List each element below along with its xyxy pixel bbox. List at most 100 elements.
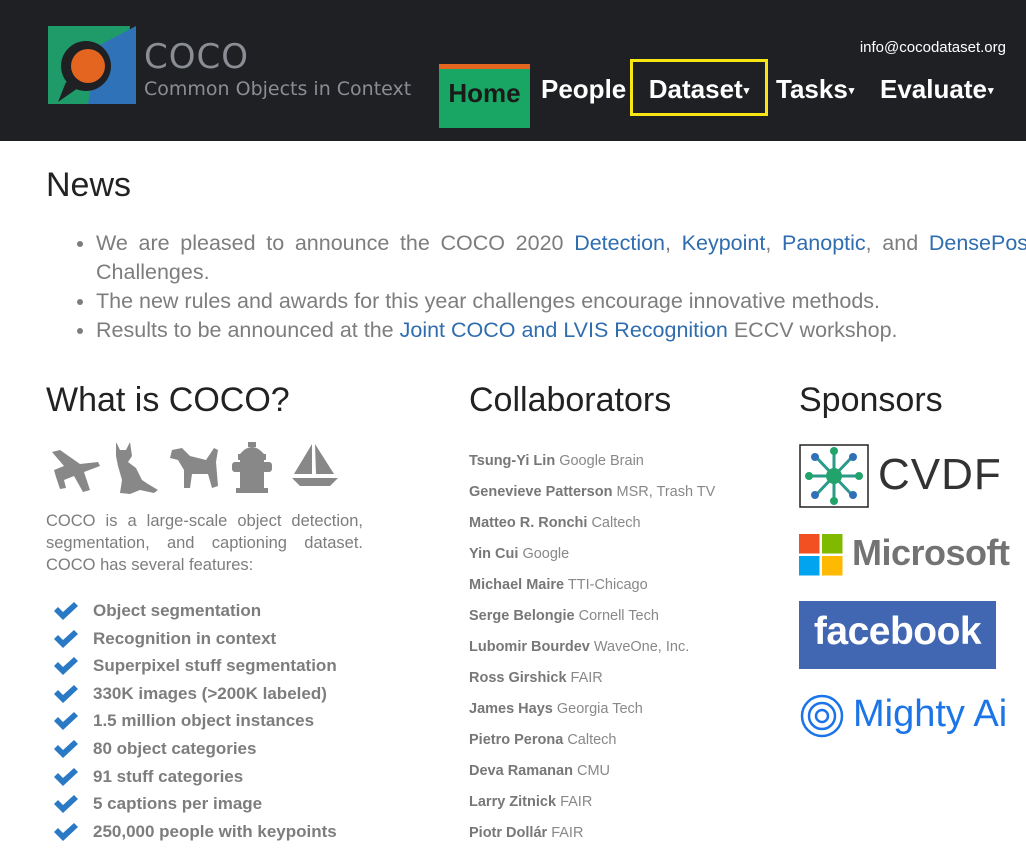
collaborator-org: Google: [522, 546, 570, 562]
brand-tagline[interactable]: Common Objects in Context: [144, 78, 411, 100]
collaborator-item: Yin Cui Google: [469, 541, 715, 572]
collaborator-name: Deva Ramanan: [469, 763, 573, 779]
microsoft-logo[interactable]: [799, 534, 843, 576]
feature-label: Recognition in context: [93, 628, 277, 648]
collaborator-name: Piotr Dollár: [469, 825, 548, 841]
feature-item: Superpixel stuff segmentation: [52, 653, 337, 681]
nav-tasks-dropdown[interactable]: Tasks▾: [776, 64, 854, 128]
collaborator-item: Deva Ramanan CMU: [469, 758, 715, 789]
panoptic-link[interactable]: Panoptic: [782, 231, 866, 255]
fire-hydrant-icon: [232, 442, 272, 493]
detection-link[interactable]: Detection: [574, 231, 665, 255]
feature-label: 80 object categories: [93, 738, 257, 758]
collaborator-org: Google Brain: [559, 453, 644, 469]
checkmark-icon: [54, 684, 78, 703]
brand-name[interactable]: COCO: [144, 37, 249, 77]
densepose-link[interactable]: DensePose: [929, 231, 1026, 255]
checkmark-icon: [54, 795, 78, 814]
news-item: Results to be announced at the Joint COC…: [96, 316, 1026, 345]
dog-icon: [170, 448, 218, 488]
collaborator-org: FAIR: [560, 794, 593, 810]
news-text: Results to be announced at the: [96, 318, 400, 342]
collaborator-name: Yin Cui: [469, 546, 519, 562]
what-is-coco-heading: What is COCO?: [46, 381, 290, 419]
nav-home-label: Home: [448, 78, 521, 108]
workshop-link[interactable]: Joint COCO and LVIS Recognition: [400, 318, 728, 342]
feature-label: 91 stuff categories: [93, 766, 244, 786]
chevron-down-icon: ▾: [743, 84, 750, 97]
microsoft-wordmark[interactable]: Microsoft: [852, 532, 1010, 574]
top-navbar: COCO Common Objects in Context info@coco…: [0, 0, 1026, 141]
feature-label: Superpixel stuff segmentation: [93, 656, 337, 676]
chevron-down-icon: ▾: [848, 85, 855, 98]
collaborators-list: Tsung-Yi Lin Google Brain Genevieve Patte…: [469, 448, 715, 851]
collaborator-item: Ross Girshick FAIR: [469, 665, 715, 696]
news-heading: News: [46, 166, 132, 204]
collaborator-item: Larry Zitnick FAIR: [469, 789, 715, 820]
nav-tasks-label: Tasks: [776, 74, 848, 104]
checkmark-icon: [54, 822, 78, 841]
facebook-wordmark[interactable]: facebook: [799, 610, 996, 654]
sponsors-heading: Sponsors: [799, 381, 943, 419]
collaborator-name: Larry Zitnick: [469, 794, 557, 810]
news-text: ,: [765, 231, 782, 255]
nav-evaluate-dropdown[interactable]: Evaluate▾: [880, 64, 993, 128]
news-text: ECCV workshop.: [727, 318, 898, 342]
news-text: , and: [865, 231, 929, 255]
nav-evaluate-label: Evaluate: [880, 74, 987, 104]
collaborator-item: James Hays Georgia Tech: [469, 696, 715, 727]
checkmark-icon: [54, 712, 78, 731]
cat-icon: [116, 442, 158, 494]
collaborator-name: Genevieve Patterson: [469, 484, 613, 500]
keypoint-link[interactable]: Keypoint: [682, 231, 766, 255]
feature-item: 91 stuff categories: [52, 764, 337, 792]
feature-label: 5 captions per image: [93, 794, 263, 814]
collaborator-item: Matteo R. Ronchi Caltech: [469, 510, 715, 541]
feature-item: 5 captions per image: [52, 791, 337, 819]
checkmark-icon: [54, 767, 78, 786]
news-text: The new rules and awards for this year c…: [96, 289, 881, 313]
collaborator-org: TTI-Chicago: [567, 577, 648, 593]
news-text: Challenges.: [96, 260, 210, 284]
cvdf-wordmark[interactable]: CVDF: [878, 450, 1002, 500]
nav-dataset-dropdown[interactable]: Dataset▾: [630, 59, 768, 116]
checkmark-icon: [54, 602, 78, 620]
collaborator-name: Tsung-Yi Lin: [469, 453, 556, 469]
collaborator-org: Caltech: [591, 515, 641, 531]
nav-people-label: People: [541, 74, 627, 104]
collaborator-item: Lubomir Bourdev WaveOne, Inc.: [469, 634, 715, 665]
checkmark-icon: [54, 739, 78, 758]
category-icons: [52, 442, 338, 494]
collaborator-name: Matteo R. Ronchi: [469, 515, 588, 531]
nav-people[interactable]: People: [541, 64, 626, 128]
feature-item: 250,000 people with keypoints: [52, 819, 337, 847]
nav-dataset-label: Dataset: [648, 74, 743, 104]
coco-logo[interactable]: [48, 26, 136, 104]
collaborator-item: Tsung-Yi Lin Google Brain: [469, 448, 715, 479]
news-list: We are pleased to announce the COCO 2020…: [76, 229, 1026, 345]
collaborator-item: Piotr Dollár FAIR: [469, 820, 715, 851]
coco-description: COCO is a large-scale object detection, …: [46, 512, 363, 574]
news-text: We are pleased to announce the COCO 2020: [96, 231, 575, 255]
news-item: The new rules and awards for this year c…: [96, 287, 1026, 316]
collaborator-org: Georgia Tech: [556, 701, 643, 717]
feature-label: 250,000 people with keypoints: [93, 821, 337, 841]
nav-home[interactable]: Home: [439, 64, 530, 128]
collaborator-name: James Hays: [469, 701, 553, 717]
collaborator-name: Lubomir Bourdev: [469, 639, 590, 655]
features-list: Object segmentation Recognition in contex…: [52, 598, 337, 846]
chevron-down-icon: ▾: [987, 85, 994, 98]
collaborator-name: Michael Maire: [469, 577, 565, 593]
collaborator-org: WaveOne, Inc.: [593, 639, 690, 655]
feature-label: 330K images (>200K labeled): [93, 683, 327, 703]
collaborator-item: Serge Belongie Cornell Tech: [469, 603, 715, 634]
feature-item: Object segmentation: [52, 598, 337, 626]
feature-item: 1.5 million object instances: [52, 708, 337, 736]
contact-email-link[interactable]: info@cocodataset.org: [860, 39, 1006, 56]
mighty-ai-logo[interactable]: [799, 694, 845, 738]
feature-item: 80 object categories: [52, 736, 337, 764]
collaborators-heading: Collaborators: [469, 381, 672, 419]
collaborator-name: Serge Belongie: [469, 608, 575, 624]
mighty-ai-wordmark[interactable]: Mighty Ai: [853, 693, 1007, 736]
collaborator-item: Pietro Perona Caltech: [469, 727, 715, 758]
